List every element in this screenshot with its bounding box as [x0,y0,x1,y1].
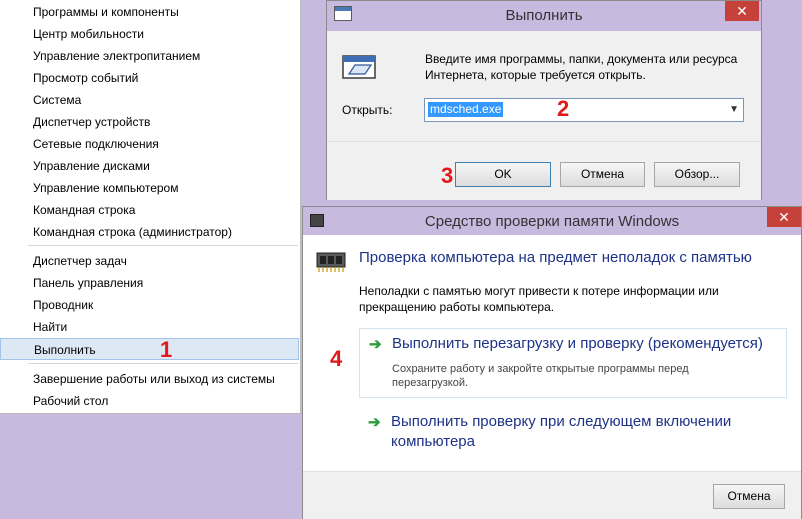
menu-item-control-panel[interactable]: Панель управления [0,272,300,294]
browse-button[interactable]: Обзор... [654,162,740,187]
menu-item-event-viewer[interactable]: Просмотр событий [0,67,300,89]
memory-info-text: Неполадки с памятью могут привести к пот… [359,284,719,314]
memory-diagnostic-dialog: Средство проверки памяти Windows ✕ Прове… [302,206,802,519]
close-icon[interactable]: ✕ [767,207,801,227]
check-next-start-option[interactable]: ➔ Выполнить проверку при следующем включ… [359,407,787,461]
menu-item-power-options[interactable]: Управление электропитанием [0,45,300,67]
run-dialog: Выполнить ✕ Введите имя программы, папки… [326,0,762,200]
annotation-step-1: 1 [160,337,173,362]
menu-item-disk-management[interactable]: Управление дисками [0,155,300,177]
restart-and-check-option[interactable]: ➔ Выполнить перезагрузку и проверку (рек… [359,328,787,398]
winx-context-menu: Программы и компоненты Центр мобильности… [0,0,301,414]
memory-dialog-title: Средство проверки памяти Windows [424,213,680,230]
menu-item-command-prompt-admin[interactable]: Командная строка (администратор) [0,221,300,243]
menu-item-task-manager[interactable]: Диспетчер задач [0,250,300,272]
option1-title[interactable]: Выполнить перезагрузку и проверку (реком… [392,334,784,354]
run-button-row: OK Отмена Обзор... [327,141,761,200]
menu-item-device-manager[interactable]: Диспетчер устройств [0,111,300,133]
open-combobox[interactable]: mdsched.exe ▼ [424,98,744,122]
memory-cancel-button[interactable]: Отмена [713,484,785,509]
run-titlebar[interactable]: Выполнить ✕ [327,1,761,31]
menu-item-programs-and-features[interactable]: Программы и компоненты [0,1,300,23]
menu-item-search[interactable]: Найти [0,316,300,338]
menu-item-command-prompt[interactable]: Командная строка [0,199,300,221]
menu-item-computer-management[interactable]: Управление компьютером [0,177,300,199]
annotation-step-3: 3 [441,163,454,188]
ok-button[interactable]: OK [455,162,551,187]
green-arrow-icon: ➔ [368,414,381,431]
cancel-button[interactable]: Отмена [560,162,645,187]
open-input-value[interactable]: mdsched.exe [428,102,504,117]
chevron-down-icon[interactable]: ▼ [729,104,739,115]
memory-titlebar[interactable]: Средство проверки памяти Windows ✕ [303,207,801,235]
run-dialog-title: Выполнить [505,7,583,24]
menu-item-explorer[interactable]: Проводник [0,294,300,316]
run-program-icon [342,55,376,79]
menu-item-run[interactable]: Выполнить [0,338,299,360]
menu-item-mobility-center[interactable]: Центр мобильности [0,23,300,45]
menu-separator [28,363,298,364]
memory-chip-icon [316,252,346,272]
run-description: Введите имя программы, папки, документа … [425,52,738,82]
menu-item-shutdown-signout[interactable]: Завершение работы или выход из системы [0,368,300,390]
memory-heading: Проверка компьютера на предмет неполадок… [359,249,752,266]
close-icon[interactable]: ✕ [725,1,759,21]
green-arrow-icon: ➔ [369,336,382,353]
menu-item-desktop[interactable]: Рабочий стол [0,390,300,412]
memory-footer: Отмена [303,471,801,519]
option2-title[interactable]: Выполнить проверку при следующем включен… [391,412,783,452]
open-label: Открыть: [342,103,393,117]
option1-subtitle: Сохраните работу и закройте открытые про… [392,363,689,389]
annotation-step-2: 2 [557,96,570,121]
annotation-step-4: 4 [330,346,343,371]
menu-separator [28,245,298,246]
menu-item-system[interactable]: Система [0,89,300,111]
menu-item-network-connections[interactable]: Сетевые подключения [0,133,300,155]
